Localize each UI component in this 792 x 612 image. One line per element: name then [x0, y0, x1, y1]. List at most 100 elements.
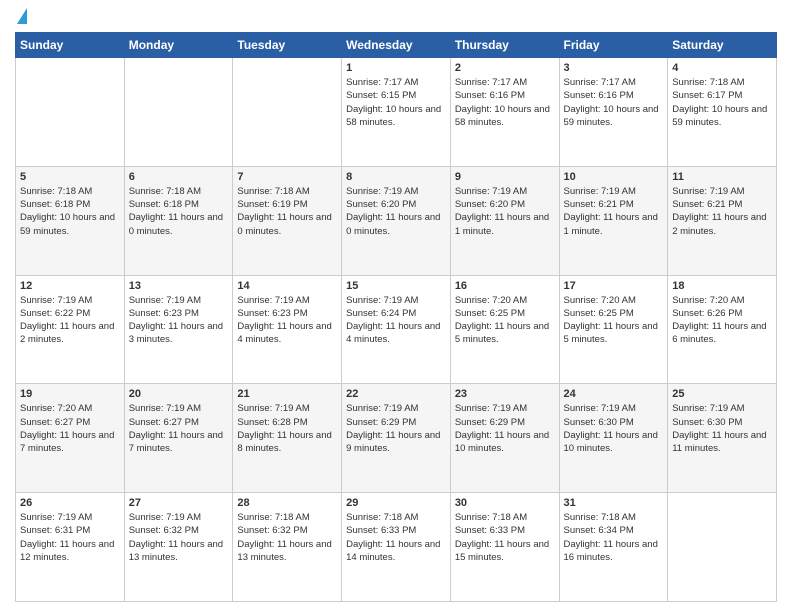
day-info: Sunrise: 7:19 AMSunset: 6:22 PMDaylight:… — [20, 294, 120, 347]
day-info: Sunrise: 7:20 AMSunset: 6:25 PMDaylight:… — [564, 294, 664, 347]
calendar-cell: 26 Sunrise: 7:19 AMSunset: 6:31 PMDaylig… — [16, 493, 125, 602]
day-info: Sunrise: 7:19 AMSunset: 6:29 PMDaylight:… — [455, 402, 555, 455]
day-number: 1 — [346, 62, 446, 74]
day-info: Sunrise: 7:19 AMSunset: 6:27 PMDaylight:… — [129, 402, 229, 455]
calendar-cell — [668, 493, 777, 602]
calendar-header-sunday: Sunday — [16, 33, 125, 58]
day-info: Sunrise: 7:18 AMSunset: 6:18 PMDaylight:… — [129, 185, 229, 238]
calendar-cell: 10 Sunrise: 7:19 AMSunset: 6:21 PMDaylig… — [559, 166, 668, 275]
calendar-cell — [124, 58, 233, 167]
day-number: 28 — [237, 497, 337, 509]
day-info: Sunrise: 7:18 AMSunset: 6:32 PMDaylight:… — [237, 511, 337, 564]
calendar-cell — [233, 58, 342, 167]
calendar-week-row: 26 Sunrise: 7:19 AMSunset: 6:31 PMDaylig… — [16, 493, 777, 602]
calendar-header-monday: Monday — [124, 33, 233, 58]
day-info: Sunrise: 7:19 AMSunset: 6:32 PMDaylight:… — [129, 511, 229, 564]
calendar-cell: 1 Sunrise: 7:17 AMSunset: 6:15 PMDayligh… — [342, 58, 451, 167]
day-number: 14 — [237, 280, 337, 292]
day-number: 29 — [346, 497, 446, 509]
day-number: 22 — [346, 388, 446, 400]
day-number: 7 — [237, 171, 337, 183]
day-number: 12 — [20, 280, 120, 292]
calendar-cell: 15 Sunrise: 7:19 AMSunset: 6:24 PMDaylig… — [342, 275, 451, 384]
calendar-cell: 31 Sunrise: 7:18 AMSunset: 6:34 PMDaylig… — [559, 493, 668, 602]
day-info: Sunrise: 7:17 AMSunset: 6:15 PMDaylight:… — [346, 76, 446, 129]
day-info: Sunrise: 7:19 AMSunset: 6:30 PMDaylight:… — [672, 402, 772, 455]
calendar-cell: 16 Sunrise: 7:20 AMSunset: 6:25 PMDaylig… — [450, 275, 559, 384]
day-info: Sunrise: 7:17 AMSunset: 6:16 PMDaylight:… — [455, 76, 555, 129]
calendar-week-row: 1 Sunrise: 7:17 AMSunset: 6:15 PMDayligh… — [16, 58, 777, 167]
day-number: 11 — [672, 171, 772, 183]
calendar-cell: 8 Sunrise: 7:19 AMSunset: 6:20 PMDayligh… — [342, 166, 451, 275]
calendar-cell: 22 Sunrise: 7:19 AMSunset: 6:29 PMDaylig… — [342, 384, 451, 493]
day-number: 4 — [672, 62, 772, 74]
day-info: Sunrise: 7:19 AMSunset: 6:24 PMDaylight:… — [346, 294, 446, 347]
day-number: 2 — [455, 62, 555, 74]
calendar-cell: 18 Sunrise: 7:20 AMSunset: 6:26 PMDaylig… — [668, 275, 777, 384]
calendar-cell: 21 Sunrise: 7:19 AMSunset: 6:28 PMDaylig… — [233, 384, 342, 493]
day-number: 24 — [564, 388, 664, 400]
day-info: Sunrise: 7:19 AMSunset: 6:20 PMDaylight:… — [455, 185, 555, 238]
day-info: Sunrise: 7:19 AMSunset: 6:21 PMDaylight:… — [672, 185, 772, 238]
day-info: Sunrise: 7:18 AMSunset: 6:17 PMDaylight:… — [672, 76, 772, 129]
day-info: Sunrise: 7:18 AMSunset: 6:18 PMDaylight:… — [20, 185, 120, 238]
calendar-cell — [16, 58, 125, 167]
calendar-cell: 30 Sunrise: 7:18 AMSunset: 6:33 PMDaylig… — [450, 493, 559, 602]
calendar-cell: 9 Sunrise: 7:19 AMSunset: 6:20 PMDayligh… — [450, 166, 559, 275]
calendar-cell: 11 Sunrise: 7:19 AMSunset: 6:21 PMDaylig… — [668, 166, 777, 275]
calendar-cell: 28 Sunrise: 7:18 AMSunset: 6:32 PMDaylig… — [233, 493, 342, 602]
calendar-header-saturday: Saturday — [668, 33, 777, 58]
day-number: 6 — [129, 171, 229, 183]
day-number: 8 — [346, 171, 446, 183]
day-info: Sunrise: 7:18 AMSunset: 6:19 PMDaylight:… — [237, 185, 337, 238]
day-info: Sunrise: 7:17 AMSunset: 6:16 PMDaylight:… — [564, 76, 664, 129]
calendar-cell: 27 Sunrise: 7:19 AMSunset: 6:32 PMDaylig… — [124, 493, 233, 602]
day-number: 20 — [129, 388, 229, 400]
day-number: 25 — [672, 388, 772, 400]
calendar-cell: 13 Sunrise: 7:19 AMSunset: 6:23 PMDaylig… — [124, 275, 233, 384]
calendar-cell: 17 Sunrise: 7:20 AMSunset: 6:25 PMDaylig… — [559, 275, 668, 384]
day-number: 31 — [564, 497, 664, 509]
day-number: 13 — [129, 280, 229, 292]
calendar-table: SundayMondayTuesdayWednesdayThursdayFrid… — [15, 32, 777, 602]
day-number: 30 — [455, 497, 555, 509]
header — [15, 10, 777, 26]
calendar-week-row: 12 Sunrise: 7:19 AMSunset: 6:22 PMDaylig… — [16, 275, 777, 384]
day-info: Sunrise: 7:18 AMSunset: 6:33 PMDaylight:… — [346, 511, 446, 564]
day-info: Sunrise: 7:19 AMSunset: 6:28 PMDaylight:… — [237, 402, 337, 455]
day-number: 5 — [20, 171, 120, 183]
calendar-week-row: 19 Sunrise: 7:20 AMSunset: 6:27 PMDaylig… — [16, 384, 777, 493]
day-number: 27 — [129, 497, 229, 509]
logo-triangle-icon — [17, 8, 27, 24]
day-number: 19 — [20, 388, 120, 400]
day-number: 9 — [455, 171, 555, 183]
calendar-header-friday: Friday — [559, 33, 668, 58]
day-info: Sunrise: 7:19 AMSunset: 6:31 PMDaylight:… — [20, 511, 120, 564]
day-number: 26 — [20, 497, 120, 509]
calendar-cell: 29 Sunrise: 7:18 AMSunset: 6:33 PMDaylig… — [342, 493, 451, 602]
calendar-cell: 6 Sunrise: 7:18 AMSunset: 6:18 PMDayligh… — [124, 166, 233, 275]
page: SundayMondayTuesdayWednesdayThursdayFrid… — [0, 0, 792, 612]
day-info: Sunrise: 7:18 AMSunset: 6:33 PMDaylight:… — [455, 511, 555, 564]
day-info: Sunrise: 7:20 AMSunset: 6:25 PMDaylight:… — [455, 294, 555, 347]
day-number: 10 — [564, 171, 664, 183]
calendar-header-tuesday: Tuesday — [233, 33, 342, 58]
calendar-week-row: 5 Sunrise: 7:18 AMSunset: 6:18 PMDayligh… — [16, 166, 777, 275]
day-number: 3 — [564, 62, 664, 74]
calendar-cell: 24 Sunrise: 7:19 AMSunset: 6:30 PMDaylig… — [559, 384, 668, 493]
calendar-cell: 20 Sunrise: 7:19 AMSunset: 6:27 PMDaylig… — [124, 384, 233, 493]
day-number: 17 — [564, 280, 664, 292]
day-info: Sunrise: 7:19 AMSunset: 6:21 PMDaylight:… — [564, 185, 664, 238]
day-info: Sunrise: 7:19 AMSunset: 6:20 PMDaylight:… — [346, 185, 446, 238]
calendar-header-thursday: Thursday — [450, 33, 559, 58]
day-info: Sunrise: 7:19 AMSunset: 6:23 PMDaylight:… — [237, 294, 337, 347]
logo — [15, 10, 27, 26]
day-number: 21 — [237, 388, 337, 400]
day-info: Sunrise: 7:19 AMSunset: 6:29 PMDaylight:… — [346, 402, 446, 455]
day-info: Sunrise: 7:19 AMSunset: 6:30 PMDaylight:… — [564, 402, 664, 455]
calendar-cell: 25 Sunrise: 7:19 AMSunset: 6:30 PMDaylig… — [668, 384, 777, 493]
day-number: 15 — [346, 280, 446, 292]
calendar-cell: 4 Sunrise: 7:18 AMSunset: 6:17 PMDayligh… — [668, 58, 777, 167]
calendar-header-wednesday: Wednesday — [342, 33, 451, 58]
day-info: Sunrise: 7:20 AMSunset: 6:26 PMDaylight:… — [672, 294, 772, 347]
